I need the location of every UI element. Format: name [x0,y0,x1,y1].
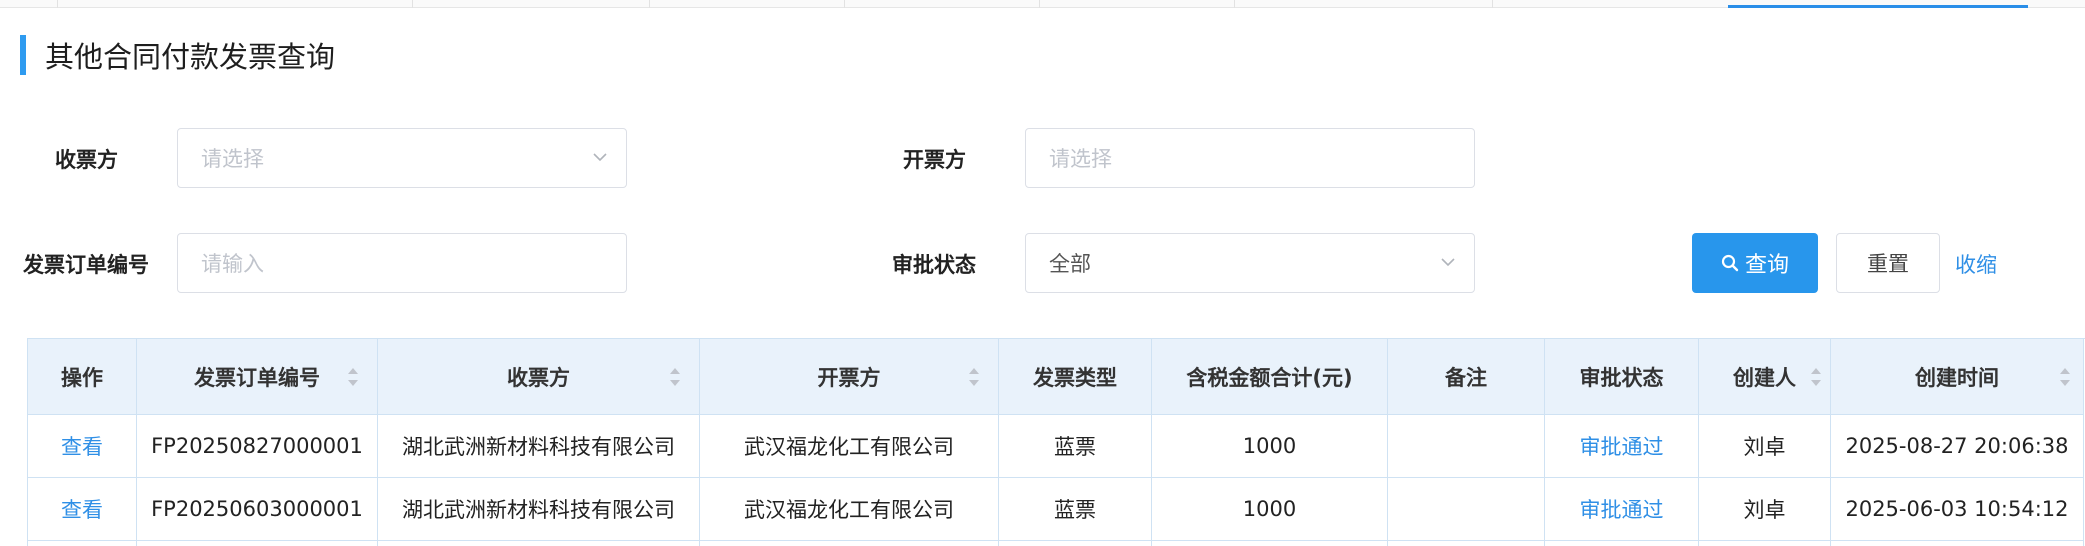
status-link[interactable]: 审批通过 [1580,494,1664,524]
view-link[interactable]: 查看 [61,494,103,524]
column-header-order-no[interactable]: 发票订单编号 [137,339,378,415]
invoice-table: 操作 发票订单编号 收票方 开票方 发票类型 含税金额合计(元) 备注 审批状态… [27,338,2085,546]
cell-type: 蓝票 [999,415,1152,478]
sort-icon[interactable] [1810,366,1822,388]
column-header-issuer[interactable]: 开票方 [700,339,999,415]
column-header-amount: 含税金额合计(元) [1152,339,1388,415]
tab[interactable] [845,0,1040,8]
order-no-input[interactable]: 请输入 [177,233,627,293]
query-button[interactable]: 查询 [1692,233,1818,293]
reset-button[interactable]: 重置 [1836,233,1940,293]
cell-type: 蓝票 [999,478,1152,541]
tab[interactable] [1235,0,1493,8]
view-link[interactable]: 查看 [61,431,103,461]
cell-issuer: 武汉福龙化工有限公司 [700,415,999,478]
status-link[interactable]: 审批通过 [1580,431,1664,461]
title-accent-bar [20,35,26,75]
tab[interactable] [58,0,413,8]
cell-remark [1388,415,1545,478]
tab-active[interactable] [1728,0,2028,8]
cell-order-no: FP20250603000001 [137,478,378,541]
query-button-label: 查询 [1744,253,1789,278]
sort-icon[interactable] [2059,366,2071,388]
issuer-label: 开票方 [903,148,966,172]
tab[interactable] [0,0,58,8]
receiver-label: 收票方 [55,148,118,172]
table-row: 查看 FP20250603000001 湖北武洲新材料科技有限公司 武汉福龙化工… [28,478,2085,541]
issuer-select[interactable]: 请选择 [1025,128,1475,188]
cell-created: 2025-08-27 20:06:38 [1831,415,2084,478]
tab-strip [0,0,2085,8]
column-header-action: 操作 [28,339,137,415]
column-header-receiver[interactable]: 收票方 [378,339,700,415]
cell-created: 2025-06-03 10:54:12 [1831,478,2084,541]
table-header: 操作 发票订单编号 收票方 开票方 发票类型 含税金额合计(元) 备注 审批状态… [28,339,2085,415]
cell-receiver: 湖北武洲新材料科技有限公司 [378,415,700,478]
tab[interactable] [1040,0,1235,8]
status-select[interactable]: 全部 [1025,233,1475,293]
page-title: 其他合同付款发票查询 [45,40,336,74]
cell-remark [1388,478,1545,541]
cell-creator: 刘卓 [1699,478,1831,541]
sort-icon[interactable] [968,366,980,388]
collapse-link[interactable]: 收缩 [1955,249,1997,279]
status-label: 审批状态 [892,253,976,277]
cell-amount: 1000 [1152,415,1388,478]
receiver-placeholder: 请选择 [201,147,264,171]
search-icon [1721,254,1739,272]
chevron-down-icon [593,153,607,162]
receiver-select[interactable]: 请选择 [177,128,627,188]
tab[interactable] [650,0,845,8]
issuer-placeholder: 请选择 [1049,147,1112,171]
table-row-partial [28,541,2085,546]
cell-order-no: FP20250827000001 [137,415,378,478]
column-header-type: 发票类型 [999,339,1152,415]
page-header: 其他合同付款发票查询 [20,35,335,75]
column-header-creator[interactable]: 创建人 [1699,339,1831,415]
cell-issuer: 武汉福龙化工有限公司 [700,478,999,541]
cell-creator: 刘卓 [1699,415,1831,478]
column-header-status: 审批状态 [1545,339,1699,415]
cell-receiver: 湖北武洲新材料科技有限公司 [378,478,700,541]
order-no-placeholder: 请输入 [201,252,264,276]
status-value: 全部 [1049,252,1091,276]
chevron-down-icon [1441,258,1455,267]
table-row: 查看 FP20250827000001 湖北武洲新材料科技有限公司 武汉福龙化工… [28,415,2085,478]
column-header-created[interactable]: 创建时间 [1831,339,2084,415]
sort-icon[interactable] [347,366,359,388]
order-no-label: 发票订单编号 [23,253,149,277]
column-header-remark: 备注 [1388,339,1545,415]
sort-icon[interactable] [669,366,681,388]
cell-amount: 1000 [1152,478,1388,541]
tab[interactable] [413,0,650,8]
